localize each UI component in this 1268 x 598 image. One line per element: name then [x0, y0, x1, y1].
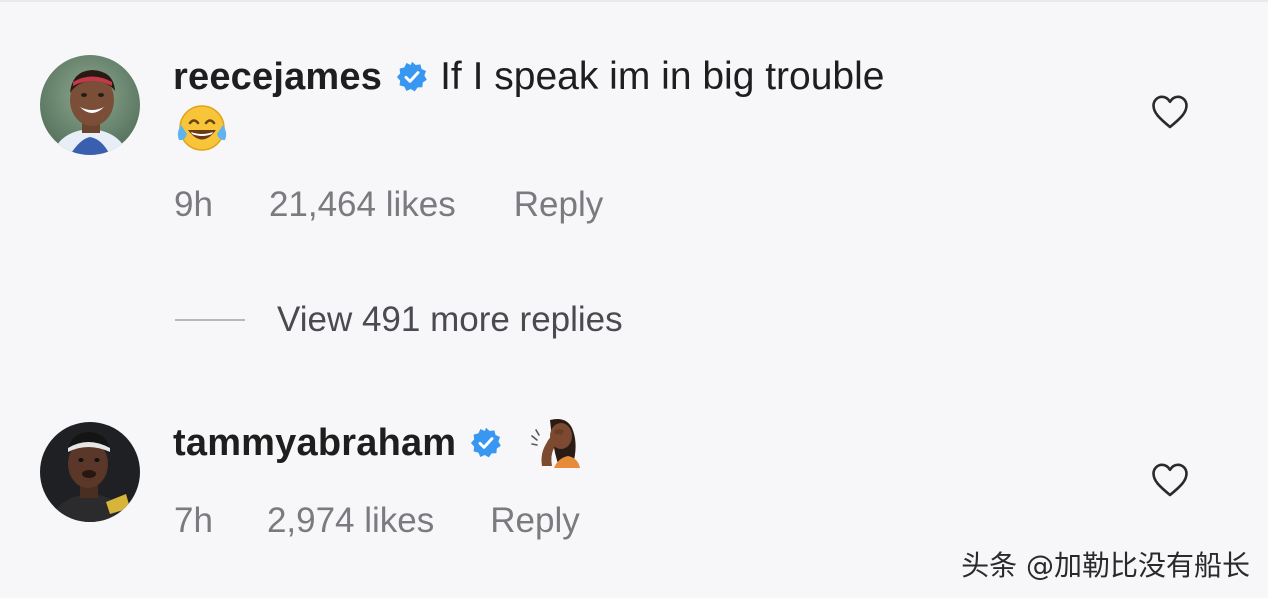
- heart-outline-icon[interactable]: [1151, 94, 1189, 130]
- heart-outline-icon[interactable]: [1151, 462, 1189, 498]
- woman-facepalming-icon: [528, 414, 582, 473]
- comment-line-reecejames: reecejames If I speak im in big trouble: [173, 54, 884, 100]
- likes-count[interactable]: 21,464 likes: [269, 185, 456, 225]
- comment-meta-tammyabraham: 7h 2,974 likes Reply: [174, 500, 580, 542]
- view-more-replies[interactable]: View 491 more replies: [175, 300, 623, 340]
- avatar-tammyabraham[interactable]: [40, 422, 140, 522]
- username[interactable]: reecejames: [173, 56, 382, 99]
- replies-divider-line: [175, 319, 245, 321]
- view-more-replies-label[interactable]: View 491 more replies: [277, 300, 623, 340]
- verified-badge-icon: [470, 427, 502, 459]
- reply-button[interactable]: Reply: [490, 501, 579, 541]
- comment-time: 9h: [174, 185, 213, 224]
- likes-count[interactable]: 2,974 likes: [267, 501, 434, 541]
- comment-meta-reecejames: 9h 21,464 likes Reply: [174, 184, 603, 226]
- avatar-reecejames[interactable]: [40, 55, 140, 155]
- watermark: 头条 @加勒比没有船长: [961, 549, 1250, 582]
- comment-line-tammyabraham: tammyabraham: [173, 418, 582, 468]
- verified-badge-icon: [396, 61, 428, 93]
- comment-time: 7h: [174, 501, 213, 540]
- top-divider: [0, 0, 1268, 2]
- username[interactable]: tammyabraham: [173, 422, 456, 465]
- face-with-tears-of-joy-icon: [175, 103, 229, 158]
- reply-button[interactable]: Reply: [514, 185, 603, 225]
- comment-text: If I speak im in big trouble: [440, 55, 885, 98]
